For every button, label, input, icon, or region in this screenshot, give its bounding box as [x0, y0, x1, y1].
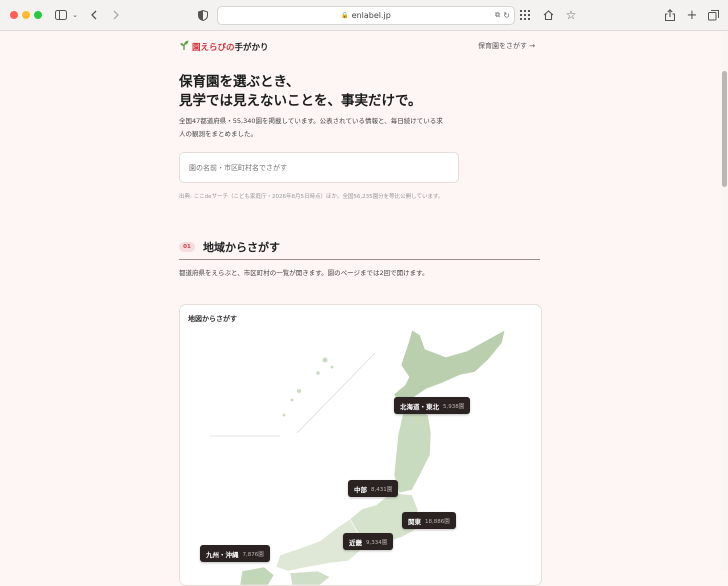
lock-icon: 🔒	[341, 12, 349, 19]
address-bar[interactable]: 🔒 enlabel.jp ⧉ ↻	[217, 6, 515, 25]
region-label-kanto[interactable]: 関東 18,886園	[402, 512, 456, 529]
search-input[interactable]	[179, 152, 459, 183]
close-window-button[interactable]	[10, 11, 18, 19]
sprout-icon	[179, 40, 189, 53]
region-count: 7,876園	[242, 551, 264, 558]
hero-title-line1: 保育園を選ぶとき、	[179, 74, 300, 90]
home-icon[interactable]	[542, 7, 554, 23]
region-name: 中部	[354, 485, 367, 494]
section-description: 都道府県をえらぶと、市区町村の一覧が開きます。園のページまでは2回で開けます。	[179, 269, 429, 277]
region-name: 北海道・東北	[400, 402, 439, 411]
new-tab-icon[interactable]: +	[686, 7, 698, 23]
back-icon[interactable]	[88, 7, 100, 23]
sidebar-toggle-icon[interactable]	[54, 7, 68, 23]
region-name: 関東	[408, 517, 421, 526]
region-count: 18,886園	[425, 518, 450, 525]
share-icon[interactable]	[664, 7, 676, 23]
zoom-window-button[interactable]	[34, 11, 42, 19]
region-label-chubu[interactable]: 中部 8,431園	[348, 480, 399, 497]
tohoku-shape	[393, 408, 432, 494]
hero-description: 全国47都道府県・55,340園を掲載しています。公表されている情報と、毎日続け…	[179, 117, 443, 138]
section-title: 地域からさがす	[203, 241, 280, 254]
hero-title: 保育園を選ぶとき、 見学では見えないことを、事実だけで。	[179, 73, 421, 111]
shield-icon[interactable]	[197, 7, 209, 23]
url-text: enlabel.jp	[351, 11, 391, 20]
page-scrollbar[interactable]	[721, 31, 728, 570]
section-number-badge: 01	[179, 242, 195, 252]
grid-icon[interactable]	[519, 7, 531, 23]
logo-text-dark: 手がかり	[234, 42, 269, 53]
reload-icon[interactable]: ↻	[503, 11, 510, 20]
tab-overview-icon[interactable]	[707, 7, 719, 23]
browser-toolbar: ⌄ 🔒 enlabel.jp ⧉ ↻ ☆ +	[0, 0, 728, 31]
shikoku-shape	[289, 570, 331, 585]
bookmark-star-icon[interactable]: ☆	[565, 7, 577, 23]
translate-icon[interactable]: ⧉	[495, 11, 500, 20]
logo-text-red: 園えらびの	[192, 42, 235, 53]
scrollbar-thumb[interactable]	[722, 71, 727, 187]
hero-title-line2: 見学では見えないことを、事実だけで。	[179, 93, 422, 109]
region-label-kyushu-okinawa[interactable]: 九州・沖縄 7,876園	[200, 545, 270, 562]
region-count: 8,431園	[371, 486, 393, 493]
region-count: 9,334園	[366, 539, 388, 546]
region-name: 九州・沖縄	[206, 550, 239, 559]
chevron-down-icon[interactable]: ⌄	[71, 7, 79, 23]
section-divider	[179, 259, 540, 260]
region-count: 5,938園	[443, 403, 465, 410]
source-note: 出典: ここdeサーチ（こども家庭庁・2026年8月5日時点）ほか。全国56,2…	[179, 194, 444, 200]
region-name: 近畿	[349, 538, 362, 547]
search-nurseries-link[interactable]: 保育園をさがす →	[478, 41, 535, 51]
forward-icon[interactable]	[110, 7, 122, 23]
minimize-window-button[interactable]	[22, 11, 30, 19]
site-logo[interactable]: 園えらびの 手がかり	[179, 40, 269, 53]
map-card: 地図からさがす 北海道・東北 5,938園 中部 8,431園 関東 18,886園 …	[179, 304, 542, 586]
region-label-hokkaido-tohoku[interactable]: 北海道・東北 5,938園	[394, 397, 471, 414]
hokkaido-shape	[393, 329, 506, 406]
region-label-kinki[interactable]: 近畿 9,334園	[343, 533, 394, 550]
